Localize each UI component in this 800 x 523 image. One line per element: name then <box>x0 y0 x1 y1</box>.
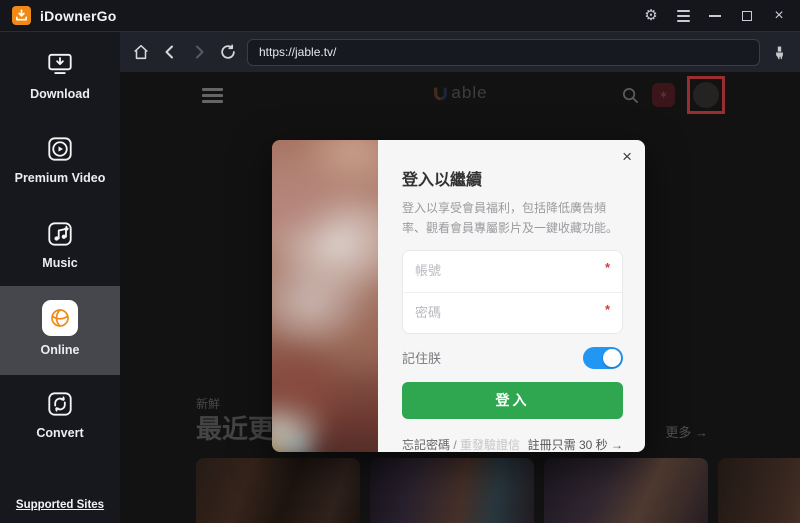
titlebar-left: iDownerGo <box>12 6 116 25</box>
menu-icon[interactable] <box>674 7 692 25</box>
required-star: * <box>604 259 610 275</box>
sidebar-item-label: Premium Video <box>14 171 106 185</box>
login-form-panel: × 登入以繼續 登入以享受會員福利，包括降低廣告頻率、觀看會員專屬影片及一鍵收藏… <box>378 140 645 452</box>
sidebar-item-label: Download <box>30 87 90 101</box>
home-icon[interactable] <box>131 42 151 62</box>
remember-me-row: 記住朕 <box>402 346 623 369</box>
sidebar-item-label: Convert <box>36 426 84 440</box>
music-icon <box>45 219 75 249</box>
login-button[interactable]: 登入 <box>402 381 623 419</box>
password-field[interactable]: 密碼 * <box>403 291 622 333</box>
maximize-button[interactable] <box>738 7 756 25</box>
modal-description: 登入以享受會員福利，包括降低廣告頻率、觀看會員專屬影片及一鍵收藏功能。 <box>402 201 619 235</box>
forgot-links: 忘記密碼 / 重發驗證信 <box>402 436 520 453</box>
forward-icon[interactable] <box>189 42 209 62</box>
modal-links-row: 忘記密碼 / 重發驗證信 註冊只需 30 秒 → <box>402 436 623 453</box>
app-title: iDownerGo <box>40 7 117 24</box>
sidebar-item-convert[interactable]: Convert <box>0 377 120 450</box>
required-star: * <box>604 301 610 317</box>
modal-close-icon[interactable]: × <box>622 148 632 165</box>
credentials-card: 帳號 * 密碼 * <box>402 249 623 334</box>
browser-toolbar <box>120 32 800 72</box>
sidebar-item-premium-video[interactable]: Premium Video <box>0 122 120 195</box>
account-field[interactable]: 帳號 * <box>403 251 622 292</box>
remember-me-label: 記住朕 <box>402 351 442 367</box>
titlebar: iDownerGo ⚙ × <box>0 0 800 32</box>
app-window: iDownerGo ⚙ × Download Premium Video Mus… <box>0 0 800 523</box>
titlebar-controls: ⚙ × <box>642 7 788 25</box>
link-separator: / <box>453 437 457 452</box>
online-globe-icon <box>42 300 78 336</box>
webpage-viewport: able ✶ 新鮮 最近更新 更多 → × 登入以繼續 登入以享受會員福利，包括… <box>120 72 800 523</box>
settings-icon[interactable]: ⚙ <box>642 7 660 25</box>
supported-sites-link[interactable]: Supported Sites <box>0 499 120 511</box>
register-link[interactable]: 註冊只需 30 秒 → <box>528 436 623 453</box>
clean-brush-icon[interactable] <box>769 42 789 62</box>
close-button[interactable]: × <box>770 7 788 25</box>
login-modal: × 登入以繼續 登入以享受會員福利，包括降低廣告頻率、觀看會員專屬影片及一鍵收藏… <box>272 140 645 452</box>
sidebar-item-music[interactable]: Music <box>0 207 120 280</box>
download-icon <box>45 50 75 80</box>
sidebar-item-online[interactable]: Online <box>0 286 120 375</box>
minimize-button[interactable] <box>706 7 724 25</box>
modal-blurred-image <box>272 140 378 452</box>
forgot-password-link[interactable]: 忘記密碼 <box>402 438 450 452</box>
remember-me-toggle[interactable] <box>583 346 623 369</box>
url-input[interactable] <box>247 38 760 66</box>
refresh-icon[interactable] <box>218 42 238 62</box>
premium-video-icon <box>45 134 75 164</box>
sidebar-item-label: Online <box>40 343 80 357</box>
password-placeholder: 密碼 <box>415 304 442 320</box>
sidebar-item-download[interactable]: Download <box>0 38 120 111</box>
resend-verification-link[interactable]: 重發驗證信 <box>460 438 520 452</box>
account-placeholder: 帳號 <box>415 262 442 278</box>
app-logo-icon <box>12 6 31 25</box>
convert-icon <box>45 389 75 419</box>
back-icon[interactable] <box>160 42 180 62</box>
modal-title: 登入以繼續 <box>402 172 483 189</box>
sidebar-item-label: Music <box>42 256 78 270</box>
sidebar: Download Premium Video Music Online Conv… <box>0 32 120 523</box>
